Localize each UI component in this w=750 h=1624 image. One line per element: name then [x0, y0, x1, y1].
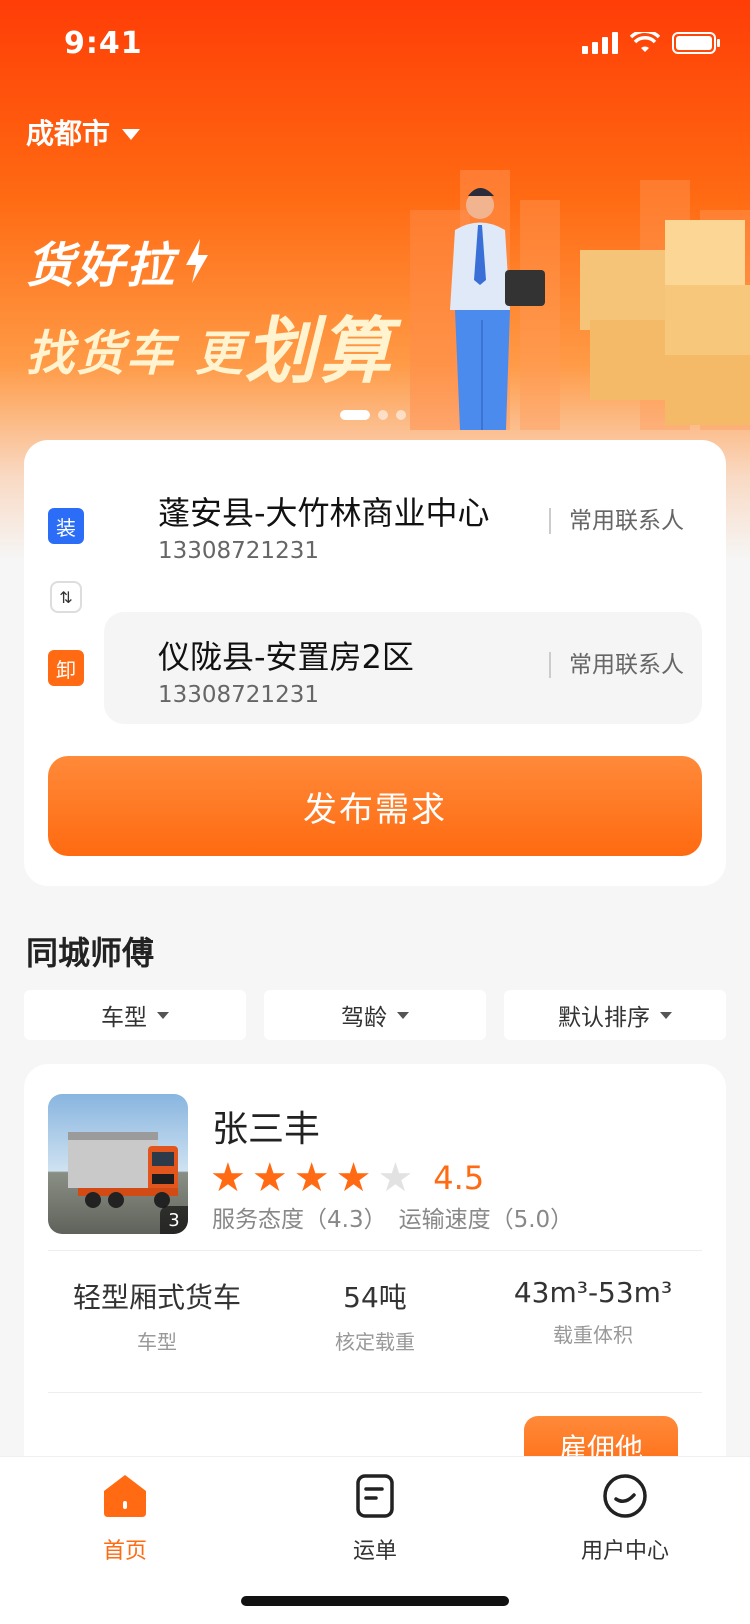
- city-selector[interactable]: 成都市: [26, 112, 141, 152]
- photo-count-badge: 3: [160, 1206, 188, 1234]
- status-time: 9:41: [64, 26, 143, 61]
- driver-card[interactable]: 3 张三丰 ★ ★ ★ ★ ★ 4.5 服务态度（4.3） 运输速度（5.0） …: [24, 1064, 726, 1484]
- publish-button[interactable]: 发布需求: [48, 756, 702, 856]
- rating-stars: ★ ★ ★ ★ ★ 4.5: [210, 1158, 484, 1198]
- service-rating: 服务态度（4.3）: [212, 1207, 387, 1233]
- star-icon: ★: [293, 1155, 330, 1201]
- destination-address[interactable]: 仪陇县-安置房2区 13308721231 常用联系人: [104, 612, 702, 724]
- vehicle-specs: 轻型厢式货车 车型 54吨 核定载重 43m³-53m³ 载重体积: [48, 1276, 702, 1355]
- tab-user-center[interactable]: 用户中心: [560, 1473, 690, 1565]
- filter-sort[interactable]: 默认排序: [504, 990, 726, 1040]
- caret-down-icon: [122, 128, 141, 140]
- divider: [48, 1392, 702, 1393]
- divider: [48, 1250, 702, 1251]
- truck-photo[interactable]: 3: [48, 1094, 188, 1234]
- banner-slogan-1: 货好拉: [26, 226, 210, 296]
- rating-details: 服务态度（4.3） 运输速度（5.0）: [212, 1200, 573, 1234]
- origin-contacts-link[interactable]: 常用联系人: [549, 508, 684, 534]
- tab-orders[interactable]: 运单: [310, 1473, 440, 1565]
- battery-icon: [672, 32, 720, 54]
- spec-load-capacity: 54吨 核定载重: [335, 1281, 415, 1354]
- banner-slogan-2: 找货车 更划算: [26, 309, 393, 393]
- origin-title: 蓬安县-大竹林商业中心: [158, 494, 490, 532]
- load-tag: 装: [48, 508, 84, 544]
- unload-tag: 卸: [48, 650, 84, 686]
- star-icon: ★: [335, 1155, 372, 1201]
- spec-vehicle-type: 轻型厢式货车 车型: [72, 1281, 241, 1354]
- origin-address[interactable]: 蓬安县-大竹林商业中心 13308721231 常用联系人: [104, 468, 702, 580]
- route-card: 装 ⇅ 卸 蓬安县-大竹林商业中心 13308721231 常用联系人 仪陇县-…: [24, 440, 726, 886]
- tab-home[interactable]: 首页: [60, 1473, 190, 1565]
- star-icon: ★: [210, 1155, 246, 1201]
- swap-vertical-icon[interactable]: ⇅: [50, 581, 82, 613]
- home-icon: [104, 1475, 146, 1517]
- document-icon: [356, 1474, 394, 1518]
- filter-vehicle-type[interactable]: 车型: [24, 990, 246, 1040]
- carousel-dot[interactable]: [396, 410, 406, 420]
- wifi-icon: [630, 32, 660, 52]
- driver-name: 张三丰: [212, 1109, 321, 1150]
- origin-phone: 13308721231: [158, 538, 319, 564]
- speed-rating: 运输速度（5.0）: [398, 1207, 574, 1233]
- banner-illustration: [410, 170, 750, 430]
- star-empty-icon: ★: [377, 1155, 414, 1201]
- star-icon: ★: [251, 1155, 288, 1201]
- status-bar: 9:41: [0, 22, 750, 70]
- carousel-dot[interactable]: [340, 410, 370, 420]
- caret-down-icon: [660, 1011, 672, 1019]
- destination-contacts-link[interactable]: 常用联系人: [549, 652, 684, 678]
- rating-score: 4.5: [433, 1159, 485, 1197]
- caret-down-icon: [397, 1011, 409, 1019]
- signal-icon: [582, 32, 618, 54]
- filter-driving-age[interactable]: 驾龄: [264, 990, 486, 1040]
- carousel-dot[interactable]: [378, 410, 388, 420]
- section-title: 同城师傅: [26, 934, 155, 972]
- filter-bar: 车型 驾龄 默认排序: [24, 990, 726, 1040]
- destination-phone: 13308721231: [158, 682, 319, 708]
- city-label: 成都市: [26, 117, 111, 150]
- destination-title: 仪陇县-安置房2区: [158, 638, 414, 676]
- user-icon: [603, 1474, 647, 1518]
- home-indicator: [241, 1596, 509, 1606]
- spec-volume: 43m³-53m³ 载重体积: [513, 1276, 673, 1347]
- caret-down-icon: [157, 1011, 169, 1019]
- carousel-indicator: [340, 410, 406, 420]
- lightning-icon: [186, 239, 209, 283]
